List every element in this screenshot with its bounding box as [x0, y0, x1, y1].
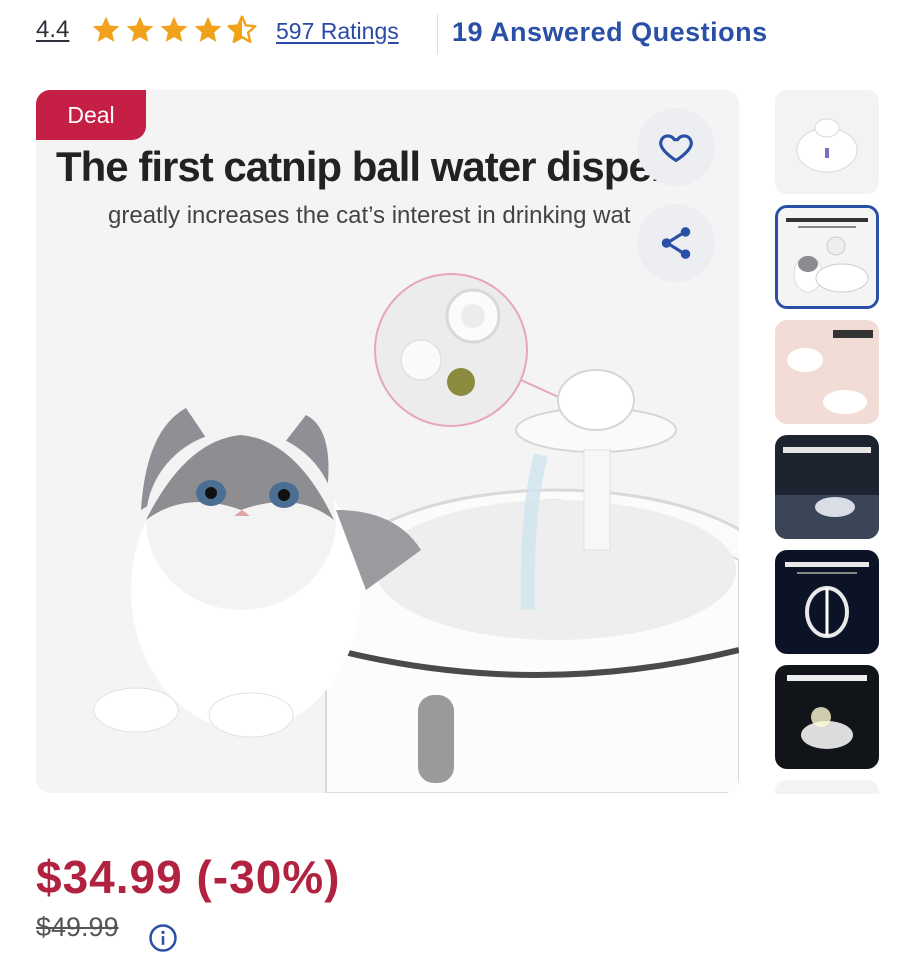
favorite-button[interactable]: [637, 108, 715, 186]
deal-badge: Deal: [36, 90, 146, 140]
star-icon: [92, 16, 120, 42]
star-icon: [160, 16, 188, 42]
original-price: $49.99: [36, 912, 119, 942]
ratings-link[interactable]: 597 Ratings: [276, 18, 399, 45]
share-icon: [661, 227, 691, 259]
current-price: $34.99 (-30%): [36, 851, 341, 903]
answered-questions-link[interactable]: 19 Answered Questions: [452, 17, 768, 48]
thumbnail-2[interactable]: [775, 205, 879, 309]
share-button[interactable]: [637, 204, 715, 282]
product-illustration: [36, 90, 739, 793]
product-main-image[interactable]: [36, 90, 739, 793]
thumbnail-5[interactable]: [775, 550, 879, 654]
image-subheading-text: greatly increases the cat’s interest in …: [108, 202, 631, 229]
thumbnail-7-partial[interactable]: [775, 780, 879, 794]
image-heading-text: The first catnip ball water dispen: [56, 143, 676, 190]
thumbnail-6[interactable]: [775, 665, 879, 769]
rating-score[interactable]: 4.4: [36, 16, 69, 44]
info-icon: [149, 924, 177, 952]
heart-icon: [659, 134, 693, 163]
thumbnail-4[interactable]: [775, 435, 879, 539]
divider: [437, 14, 438, 54]
thumbnail-1[interactable]: [775, 90, 879, 194]
thumbnail-3[interactable]: [775, 320, 879, 424]
price-info-button[interactable]: [148, 923, 178, 953]
half-star-icon: [227, 15, 257, 44]
star-icon: [194, 16, 222, 42]
star-icon: [126, 16, 154, 42]
star-rating: [90, 14, 258, 46]
